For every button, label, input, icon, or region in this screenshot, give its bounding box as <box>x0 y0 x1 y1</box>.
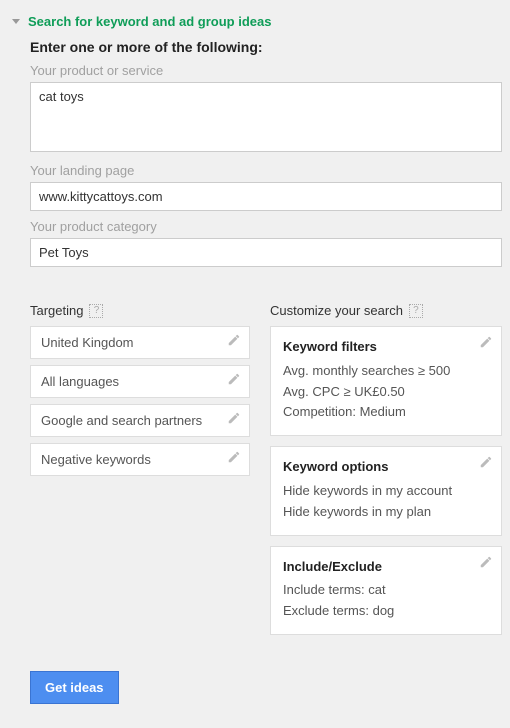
panel-line: Hide keywords in my account <box>283 481 489 502</box>
landing-label: Your landing page <box>30 163 502 178</box>
pencil-icon[interactable] <box>227 450 241 464</box>
pencil-icon[interactable] <box>479 335 493 349</box>
panel-line: Avg. monthly searches ≥ 500 <box>283 361 489 382</box>
pencil-icon[interactable] <box>227 411 241 425</box>
customize-column: Customize your search ? Keyword filters … <box>270 303 502 645</box>
targeting-title: Targeting ? <box>30 303 250 318</box>
targeting-negative-keywords[interactable]: Negative keywords <box>30 443 250 476</box>
help-icon[interactable]: ? <box>89 304 103 318</box>
targeting-network[interactable]: Google and search partners <box>30 404 250 437</box>
collapse-triangle-icon <box>12 19 20 24</box>
customize-title-text: Customize your search <box>270 303 403 318</box>
section-title: Search for keyword and ad group ideas <box>28 14 271 29</box>
keyword-options-panel[interactable]: Keyword options Hide keywords in my acco… <box>270 446 502 535</box>
section-header[interactable]: Search for keyword and ad group ideas <box>8 14 502 39</box>
landing-input[interactable] <box>30 182 502 211</box>
help-icon[interactable]: ? <box>409 304 423 318</box>
instruction-text: Enter one or more of the following: <box>30 39 502 55</box>
targeting-item-label: United Kingdom <box>41 335 134 350</box>
targeting-column: Targeting ? United Kingdom All languages… <box>30 303 250 645</box>
panel-title: Keyword options <box>283 457 489 478</box>
product-input[interactable] <box>30 82 502 152</box>
include-exclude-panel[interactable]: Include/Exclude Include terms: cat Exclu… <box>270 546 502 635</box>
panel-line: Avg. CPC ≥ UK£0.50 <box>283 382 489 403</box>
targeting-item-label: Google and search partners <box>41 413 202 428</box>
pencil-icon[interactable] <box>479 555 493 569</box>
targeting-title-text: Targeting <box>30 303 83 318</box>
panel-title: Include/Exclude <box>283 557 489 578</box>
pencil-icon[interactable] <box>227 372 241 386</box>
targeting-location[interactable]: United Kingdom <box>30 326 250 359</box>
product-label: Your product or service <box>30 63 502 78</box>
category-input[interactable] <box>30 238 502 267</box>
panel-line: Competition: Medium <box>283 402 489 423</box>
panel-line: Exclude terms: dog <box>283 601 489 622</box>
customize-title: Customize your search ? <box>270 303 502 318</box>
get-ideas-button[interactable]: Get ideas <box>30 671 119 704</box>
targeting-language[interactable]: All languages <box>30 365 250 398</box>
panel-line: Include terms: cat <box>283 580 489 601</box>
targeting-item-label: All languages <box>41 374 119 389</box>
pencil-icon[interactable] <box>227 333 241 347</box>
panel-title: Keyword filters <box>283 337 489 358</box>
pencil-icon[interactable] <box>479 455 493 469</box>
category-label: Your product category <box>30 219 502 234</box>
panel-line: Hide keywords in my plan <box>283 502 489 523</box>
targeting-item-label: Negative keywords <box>41 452 151 467</box>
keyword-filters-panel[interactable]: Keyword filters Avg. monthly searches ≥ … <box>270 326 502 436</box>
